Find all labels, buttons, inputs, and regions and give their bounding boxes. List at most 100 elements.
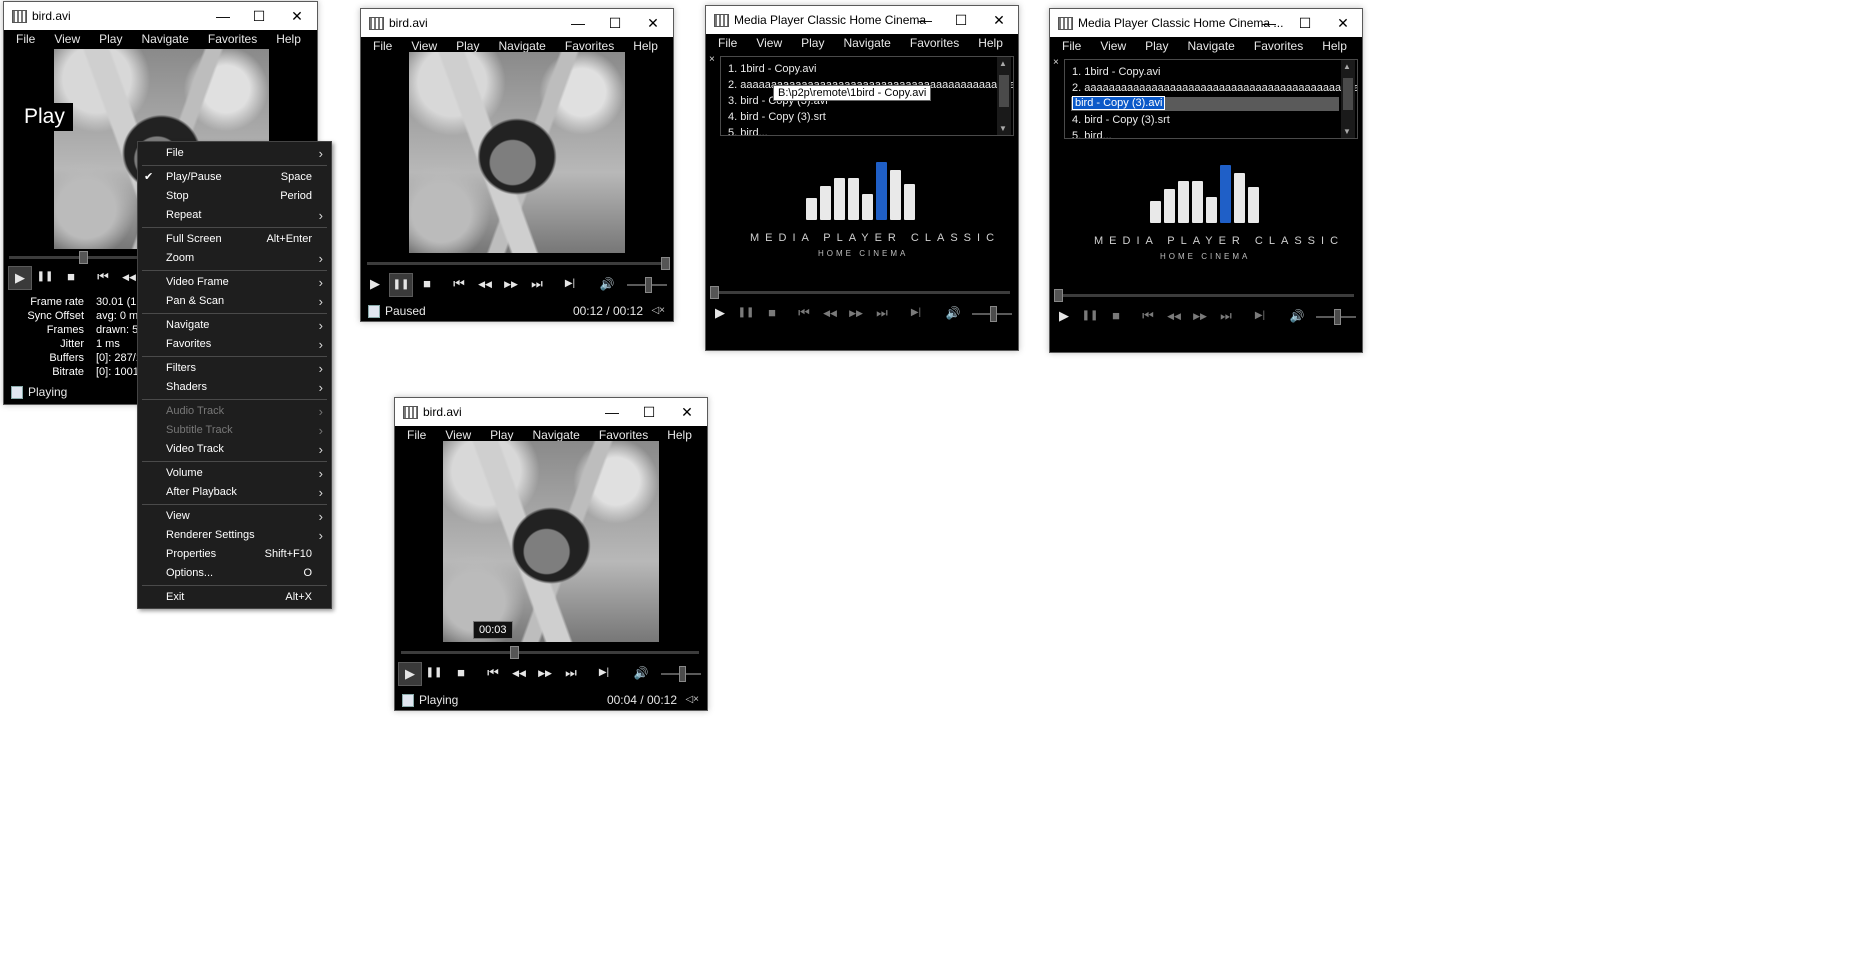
menu-help[interactable]: Help	[1322, 37, 1347, 55]
volume-thumb[interactable]	[990, 306, 997, 322]
menu-item-zoom[interactable]: Zoom ›	[138, 249, 331, 268]
play-button[interactable]: ▶	[709, 302, 731, 324]
menu-navigate[interactable]: Navigate	[1187, 37, 1234, 55]
menu-file[interactable]: File	[407, 426, 426, 444]
menu-navigate[interactable]: Navigate	[141, 30, 188, 48]
forward-button[interactable]: ▶▶	[534, 662, 556, 684]
frame-step-button[interactable]: ▶|	[1249, 305, 1271, 327]
volume-icon[interactable]: 🔊	[596, 273, 618, 295]
mute-icon[interactable]: ◁×	[651, 301, 665, 321]
rewind-button[interactable]: ◀◀	[474, 273, 496, 295]
seek-thumb[interactable]	[79, 251, 88, 264]
playlist-item[interactable]: 5. bird...	[1072, 130, 1112, 138]
menu-item-full-screen[interactable]: Full Screen Alt+Enter	[138, 230, 331, 249]
pause-button[interactable]: ❚❚	[1079, 305, 1101, 327]
stop-button[interactable]: ■	[416, 273, 438, 295]
menu-item-play-pause[interactable]: ✔ Play/Pause Space	[138, 168, 331, 187]
title-bar[interactable]: Media Player Classic Home Cinema — ☐ ✕	[706, 6, 1018, 34]
playlist-item[interactable]: 1. 1bird - Copy.avi	[1072, 66, 1160, 78]
menu-item-options[interactable]: Options... O	[138, 564, 331, 583]
stop-button[interactable]: ■	[60, 266, 82, 288]
playlist-item[interactable]: 4. bird - Copy (3).srt	[728, 111, 826, 123]
menu-item-file[interactable]: File ›	[138, 144, 331, 163]
playlist-item[interactable]: 4. bird - Copy (3).srt	[1072, 114, 1170, 126]
playlist-item[interactable]: 1. 1bird - Copy.avi	[728, 63, 816, 75]
previous-button[interactable]: ⏮	[92, 266, 114, 288]
forward-button[interactable]: ▶▶	[1189, 305, 1211, 327]
frame-step-button[interactable]: ▶|	[559, 273, 581, 295]
menu-item-favorites[interactable]: Favorites ›	[138, 335, 331, 354]
menu-item-shaders[interactable]: Shaders ›	[138, 378, 331, 397]
previous-button[interactable]: ⏮	[482, 662, 504, 684]
title-bar[interactable]: bird.avi — ☐ ✕	[395, 398, 707, 426]
menu-item-video-frame[interactable]: Video Frame ›	[138, 273, 331, 292]
volume-icon[interactable]: 🔊	[630, 662, 652, 684]
next-button[interactable]: ⏭	[526, 273, 548, 295]
rewind-button[interactable]: ◀◀	[508, 662, 530, 684]
menu-item-repeat[interactable]: Repeat ›	[138, 206, 331, 225]
playlist-scrollbar[interactable]: ▲ ▼	[1341, 60, 1355, 138]
rename-edit-field[interactable]: bird - Copy (3).avi	[1072, 96, 1166, 110]
previous-button[interactable]: ⏮	[793, 302, 815, 324]
play-button[interactable]: ▶	[398, 662, 422, 686]
video-area[interactable]	[443, 441, 659, 642]
menu-help[interactable]: Help	[633, 37, 658, 55]
close-button[interactable]: ✕	[664, 398, 710, 426]
next-button[interactable]: ⏭	[871, 302, 893, 324]
seek-bar[interactable]	[401, 651, 699, 654]
forward-button[interactable]: ▶▶	[500, 273, 522, 295]
playlist-item[interactable]: 2. aaaaaaaaaaaaaaaaaaaaaaaaaaaaaaaaaaaaa…	[1072, 82, 1357, 94]
title-bar[interactable]: Media Player Classic Home Cinema ... — ☐…	[1050, 9, 1362, 37]
menu-item-filters[interactable]: Filters ›	[138, 359, 331, 378]
pause-button[interactable]: ❚❚	[423, 662, 445, 684]
close-button[interactable]: ✕	[274, 2, 320, 30]
menu-item-exit[interactable]: Exit Alt+X	[138, 588, 331, 607]
frame-step-button[interactable]: ▶|	[593, 662, 615, 684]
close-button[interactable]: ✕	[1320, 9, 1366, 37]
volume-icon[interactable]: 🔊	[942, 302, 964, 324]
next-button[interactable]: ⏭	[1215, 305, 1237, 327]
menu-item-renderer-settings[interactable]: Renderer Settings ›	[138, 526, 331, 545]
menu-help[interactable]: Help	[978, 34, 1003, 52]
close-button[interactable]: ✕	[630, 9, 676, 37]
menu-file[interactable]: File	[1062, 37, 1081, 55]
menu-play[interactable]: Play	[1145, 37, 1168, 55]
volume-thumb[interactable]	[679, 666, 686, 682]
seek-thumb[interactable]	[661, 257, 670, 270]
seek-bar[interactable]	[1056, 294, 1354, 297]
menu-item-view[interactable]: View ›	[138, 507, 331, 526]
rewind-button[interactable]: ◀◀	[1163, 305, 1185, 327]
menu-favorites[interactable]: Favorites	[1254, 37, 1303, 55]
next-button[interactable]: ⏭	[560, 662, 582, 684]
playlist-close-icon[interactable]: ×	[1053, 57, 1059, 68]
volume-thumb[interactable]	[645, 277, 652, 293]
seek-thumb[interactable]	[1054, 289, 1063, 302]
seek-bar[interactable]	[712, 291, 1010, 294]
previous-button[interactable]: ⏮	[1137, 305, 1159, 327]
volume-thumb[interactable]	[1334, 309, 1341, 325]
menu-item-properties[interactable]: Properties Shift+F10	[138, 545, 331, 564]
video-area[interactable]	[409, 52, 625, 253]
volume-icon[interactable]: 🔊	[1286, 305, 1308, 327]
menu-view[interactable]: View	[1100, 37, 1126, 55]
play-button[interactable]: ▶	[8, 266, 32, 290]
menu-item-video-track[interactable]: Video Track ›	[138, 440, 331, 459]
play-button[interactable]: ▶	[1053, 305, 1075, 327]
seek-bar[interactable]	[367, 262, 665, 265]
playlist-close-icon[interactable]: ×	[709, 54, 715, 65]
pause-button[interactable]: ❚❚	[389, 273, 413, 297]
menu-file[interactable]: File	[373, 37, 392, 55]
previous-button[interactable]: ⏮	[448, 273, 470, 295]
menu-item-pan-scan[interactable]: Pan & Scan ›	[138, 292, 331, 311]
menu-help[interactable]: Help	[276, 30, 301, 48]
pause-button[interactable]: ❚❚	[735, 302, 757, 324]
title-bar[interactable]: bird.avi — ☐ ✕	[4, 2, 317, 30]
close-button[interactable]: ✕	[976, 6, 1022, 34]
menu-favorites[interactable]: Favorites	[208, 30, 257, 48]
title-bar[interactable]: bird.avi — ☐ ✕	[361, 9, 673, 37]
stop-button[interactable]: ■	[450, 662, 472, 684]
playlist-item[interactable]: 5. bird...	[728, 127, 768, 135]
menu-play[interactable]: Play	[801, 34, 824, 52]
menu-item-volume[interactable]: Volume ›	[138, 464, 331, 483]
rewind-button[interactable]: ◀◀	[819, 302, 841, 324]
